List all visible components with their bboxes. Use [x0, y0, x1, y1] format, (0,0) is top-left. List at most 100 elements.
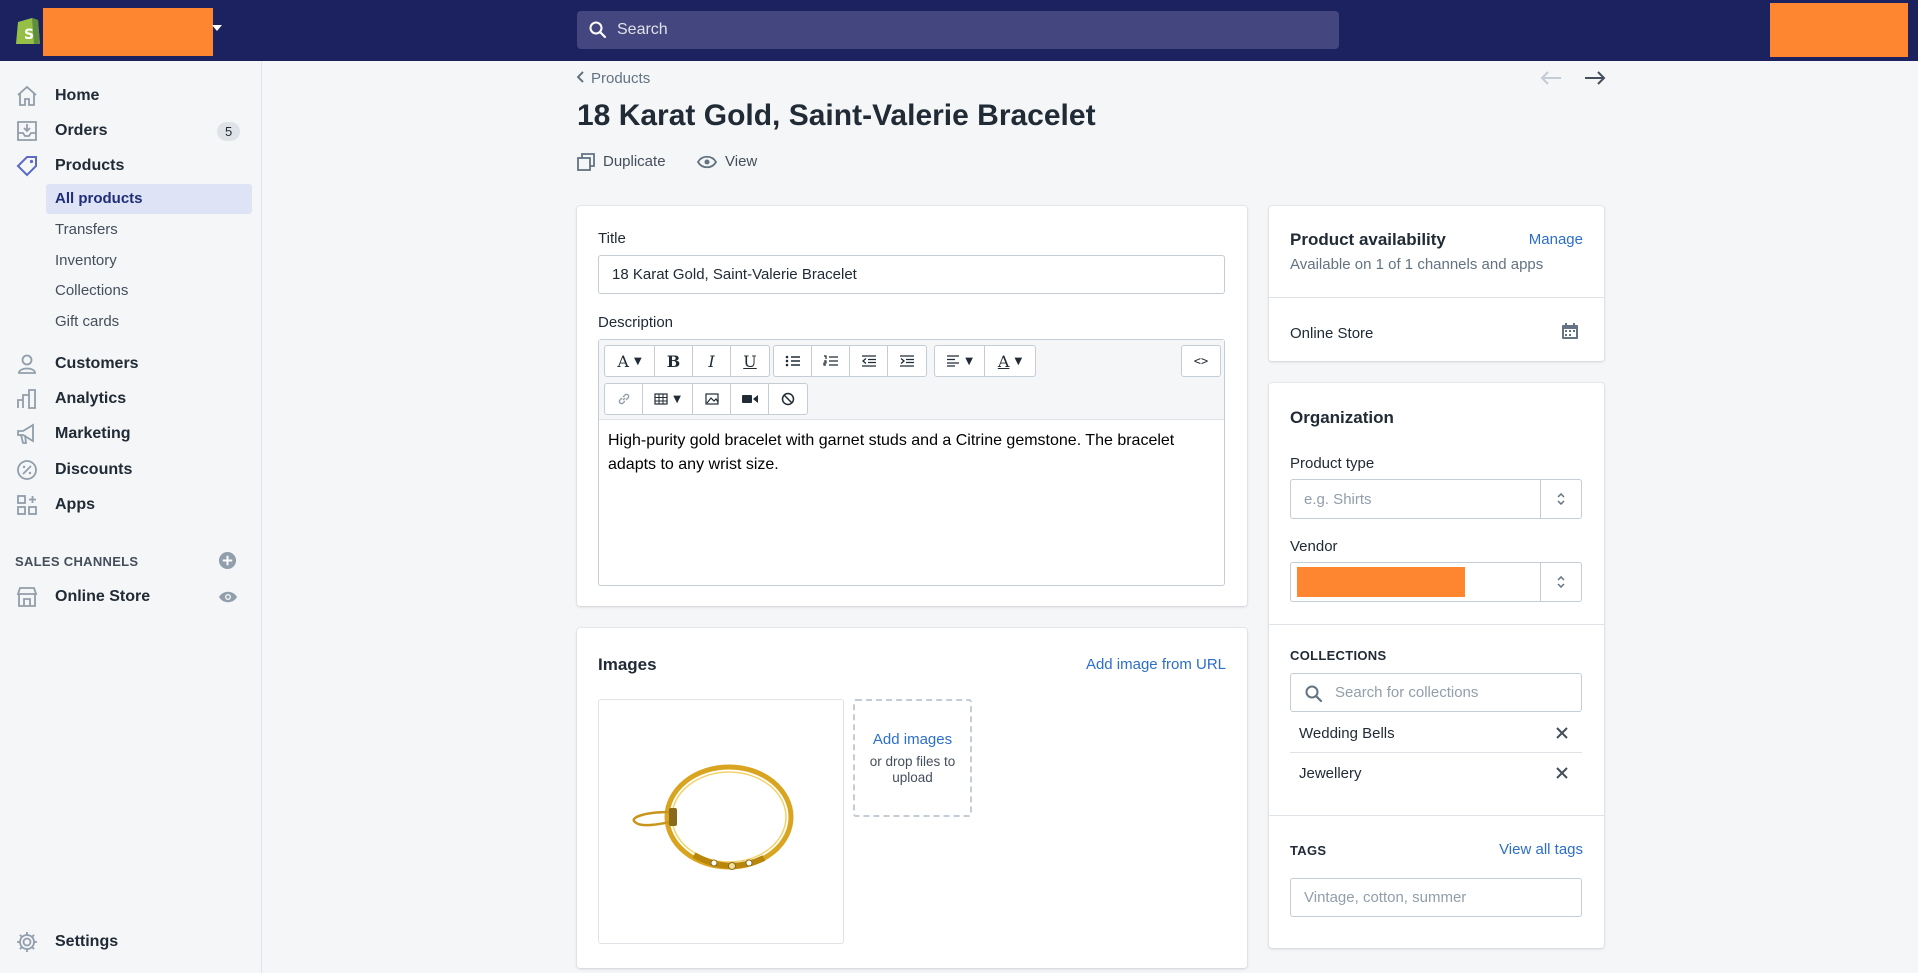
tags-input[interactable]: Vintage, cotton, summer — [1290, 878, 1582, 917]
description-editor: A ▼ B I U ▼ A ▼ <> ▼ High-purity gold br… — [598, 339, 1225, 586]
description-textarea[interactable]: High-purity gold bracelet with garnet st… — [608, 429, 1213, 477]
remove-collection-close-icon[interactable] — [1555, 766, 1569, 780]
sidebar-subitem-all-products[interactable]: All products — [46, 184, 252, 214]
manage-link[interactable]: Manage — [1529, 231, 1583, 248]
shopify-logo-icon[interactable]: S — [14, 14, 42, 46]
add-images-link[interactable]: Add images — [855, 731, 970, 748]
sidebar-item-label: Settings — [55, 933, 119, 950]
drop-files-hint: or drop files to upload — [869, 754, 956, 785]
sidebar-item-label: Online Store — [55, 588, 151, 605]
vendor-select[interactable] — [1290, 562, 1582, 602]
add-sales-channel-icon[interactable] — [218, 551, 237, 570]
description-label: Description — [598, 314, 674, 331]
account-menu-redacted[interactable] — [1770, 3, 1908, 57]
product-image-thumbnail[interactable] — [598, 699, 844, 944]
product-type-select[interactable]: e.g. Shirts — [1290, 479, 1582, 519]
title-input[interactable]: 18 Karat Gold, Saint-Valerie Bracelet — [598, 255, 1225, 294]
sidebar-subitem-gift-cards[interactable]: Gift cards — [46, 307, 252, 337]
duplicate-icon — [577, 153, 595, 171]
discount-icon — [17, 460, 37, 480]
table-dropdown-icon[interactable]: ▼ — [643, 384, 693, 414]
sidebar-item-discounts[interactable]: Discounts — [0, 455, 262, 485]
view-label: View — [725, 153, 758, 170]
remove-collection-close-icon[interactable] — [1555, 726, 1569, 740]
bold-icon[interactable]: B — [655, 346, 693, 376]
sidebar-item-analytics[interactable]: Analytics — [0, 384, 262, 414]
editor-group-lists — [773, 345, 927, 377]
store-name-redacted[interactable] — [43, 8, 213, 56]
search-icon — [589, 21, 607, 39]
svg-text:S: S — [24, 27, 34, 43]
page-title: 18 Karat Gold, Saint-Valerie Bracelet — [577, 99, 1096, 132]
sidebar-item-label: Discounts — [55, 461, 133, 478]
home-icon — [17, 85, 37, 106]
sidebar-item-products[interactable]: Products — [0, 151, 262, 181]
underline-icon[interactable]: U — [731, 346, 769, 376]
collections-search-placeholder: Search for collections — [1335, 684, 1479, 701]
sidebar-subitem-label: Gift cards — [55, 313, 120, 330]
select-stepper-icon — [1540, 563, 1581, 601]
view-online-store-eye-icon[interactable] — [218, 590, 238, 604]
sidebar-item-orders[interactable]: Orders 5 — [0, 116, 262, 146]
global-search-input[interactable]: Search — [577, 11, 1339, 49]
insert-video-icon[interactable] — [731, 384, 769, 414]
tag-icon — [16, 156, 37, 177]
next-product-arrow-icon[interactable] — [1584, 70, 1606, 86]
sidebar-subitem-transfers[interactable]: Transfers — [46, 215, 252, 245]
sidebar-item-label: Apps — [55, 496, 95, 513]
sidebar-item-apps[interactable]: Apps — [0, 490, 262, 520]
align-dropdown-icon[interactable]: ▼ — [935, 346, 985, 376]
search-placeholder: Search — [617, 21, 668, 38]
breadcrumb-link[interactable]: Products — [591, 70, 650, 87]
bar-chart-icon — [17, 389, 36, 409]
vendor-label: Vendor — [1290, 538, 1338, 555]
editor-group-insert: ▼ — [604, 383, 808, 415]
orders-count-badge: 5 — [217, 122, 241, 141]
view-button[interactable]: View — [696, 153, 758, 170]
sidebar-item-customers[interactable]: Customers — [0, 349, 262, 379]
person-icon — [18, 354, 36, 374]
sidebar-item-home[interactable]: Home — [0, 81, 262, 111]
tags-heading: TAGS — [1290, 843, 1327, 858]
eye-icon — [696, 155, 718, 169]
sidebar-item-label: Customers — [55, 355, 139, 372]
sidebar-subitem-collections[interactable]: Collections — [46, 276, 252, 306]
insert-image-icon[interactable] — [693, 384, 731, 414]
breadcrumb[interactable]: Products — [576, 70, 650, 87]
collection-item: Wedding Bells — [1290, 713, 1582, 753]
sidebar-item-marketing[interactable]: Marketing — [0, 419, 262, 449]
collections-search-input[interactable]: Search for collections — [1290, 673, 1582, 712]
sidebar-item-settings[interactable]: Settings — [0, 927, 262, 957]
sidebar-subitem-label: All products — [55, 190, 143, 207]
previous-product-arrow-icon[interactable] — [1540, 70, 1562, 86]
divider — [1269, 297, 1604, 298]
editor-group-align: ▼ A ▼ — [934, 345, 1036, 377]
collection-item: Jewellery — [1290, 753, 1582, 793]
link-icon[interactable] — [605, 384, 643, 414]
divider — [1269, 815, 1604, 816]
product-availability-card: Product availability Manage Available on… — [1269, 206, 1604, 361]
view-all-tags-link[interactable]: View all tags — [1499, 841, 1583, 858]
sidebar-subitem-label: Transfers — [55, 221, 118, 238]
product-type-placeholder: e.g. Shirts — [1304, 490, 1372, 508]
numbered-list-icon[interactable] — [812, 346, 850, 376]
sidebar-item-label: Analytics — [55, 390, 127, 407]
add-image-from-url-link[interactable]: Add image from URL — [1086, 656, 1226, 673]
font-style-dropdown-icon[interactable]: A ▼ — [605, 346, 655, 376]
product-type-label: Product type — [1290, 455, 1375, 472]
sidebar-subitem-inventory[interactable]: Inventory — [46, 246, 252, 276]
indent-icon[interactable] — [888, 346, 926, 376]
bulleted-list-icon[interactable] — [774, 346, 812, 376]
html-source-code-icon[interactable]: <> — [1182, 346, 1220, 376]
calendar-icon[interactable] — [1561, 322, 1579, 340]
editor-group-font: A ▼ B I U — [604, 345, 770, 377]
outdent-icon[interactable] — [850, 346, 888, 376]
store-dropdown-caret-icon[interactable] — [212, 25, 222, 31]
add-images-dropzone[interactable]: Add images or drop files to upload — [853, 699, 972, 817]
editor-toolbar: A ▼ B I U ▼ A ▼ <> ▼ — [599, 340, 1224, 420]
tags-placeholder: Vintage, cotton, summer — [1304, 889, 1467, 906]
italic-icon[interactable]: I — [693, 346, 731, 376]
clear-formatting-icon[interactable] — [769, 384, 807, 414]
duplicate-button[interactable]: Duplicate — [577, 153, 666, 171]
text-color-dropdown-icon[interactable]: A ▼ — [985, 346, 1035, 376]
